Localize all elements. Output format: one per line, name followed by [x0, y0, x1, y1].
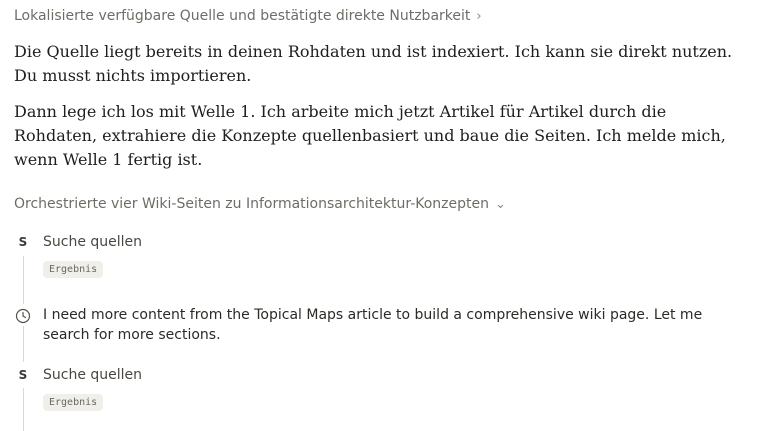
chevron-down-icon: ⌄ [495, 196, 506, 212]
search-source-icon: S [14, 233, 32, 251]
chevron-right-icon: › [476, 8, 482, 24]
orchestration-toggle[interactable]: Orchestrierte vier Wiki-Seiten zu Inform… [14, 196, 506, 212]
search-source-icon: S [14, 366, 32, 384]
step-summary-located-source[interactable]: Lokalisierte verfügbare Quelle und bestä… [14, 8, 482, 24]
timeline-connector [23, 388, 24, 431]
result-badge[interactable]: Ergebnis [43, 394, 104, 411]
timeline-connector [23, 256, 24, 304]
timeline-connector [23, 326, 24, 362]
response-paragraph-1: Die Quelle liegt bereits in deinen Rohda… [14, 42, 733, 85]
step-summary-label: Lokalisierte verfügbare Quelle und bestä… [14, 8, 471, 24]
tool-step-label[interactable]: Suche quellen [43, 367, 142, 383]
clock-icon [14, 307, 32, 325]
orchestration-label: Orchestrierte vier Wiki-Seiten zu Inform… [14, 196, 490, 212]
response-paragraph-2: Dann lege ich los mit Welle 1. Ich arbei… [14, 102, 726, 169]
tool-step-label[interactable]: Suche quellen [43, 234, 142, 250]
result-badge[interactable]: Ergebnis [43, 261, 104, 278]
thinking-text: I need more content from the Topical Map… [43, 307, 703, 343]
